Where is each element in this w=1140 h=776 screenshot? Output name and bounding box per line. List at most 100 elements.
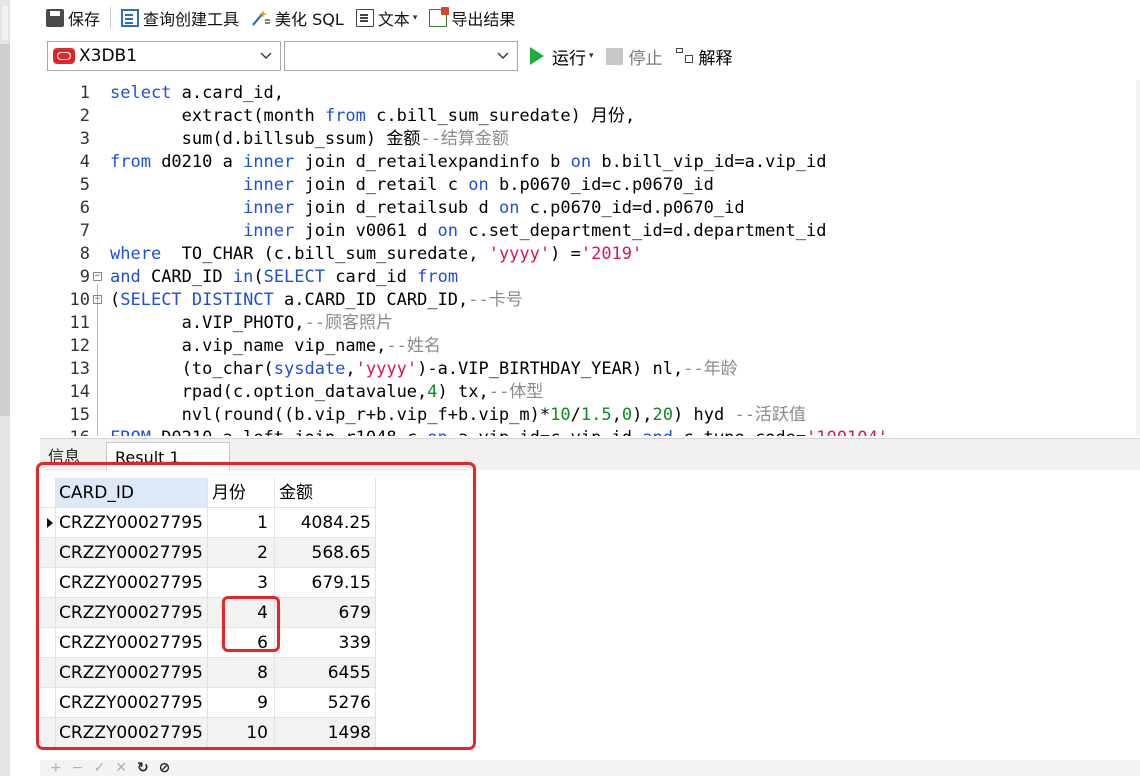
cell-amount[interactable]: 679: [275, 598, 376, 628]
cell-card-id[interactable]: CRZZY00027795: [56, 568, 208, 598]
row-indicator[interactable]: [40, 538, 56, 568]
chevron-down-icon: [260, 49, 272, 64]
row-indicator[interactable]: [40, 658, 56, 688]
table-row[interactable]: CRZZY00027795 2 568.65: [40, 538, 376, 568]
results-grid[interactable]: CARD_ID 月份 金额 CRZZY00027795 1 4084.25 CRZZY…: [40, 478, 376, 748]
left-panel-scrollbar[interactable]: [0, 0, 10, 776]
export-results-label: 导出结果: [451, 10, 516, 29]
cell-month[interactable]: 1: [208, 508, 275, 538]
cell-month[interactable]: 2: [208, 538, 275, 568]
code-line[interactable]: 1 select a.card_id,: [40, 82, 1136, 105]
row-indicator[interactable]: [40, 628, 56, 658]
table-row[interactable]: CRZZY00027795 10 1498: [40, 718, 376, 748]
run-label: 运行: [552, 48, 586, 69]
code-text: inner join d_retail c on b.p0670_id=c.p0…: [243, 175, 714, 195]
code-line[interactable]: 11 a.VIP_PHOTO,--顾客照片: [40, 312, 1136, 335]
line-number: 12: [69, 336, 90, 356]
database-select[interactable]: X3DB1: [47, 41, 281, 71]
cell-amount[interactable]: 339: [275, 628, 376, 658]
row-indicator[interactable]: [40, 508, 56, 538]
cell-card-id[interactable]: CRZZY00027795: [56, 538, 208, 568]
column-header-amount[interactable]: 金额: [275, 478, 376, 508]
table-row[interactable]: CRZZY00027795 6 339: [40, 628, 376, 658]
cell-month[interactable]: 9: [208, 688, 275, 718]
cell-amount[interactable]: 4084.25: [275, 508, 376, 538]
row-indicator[interactable]: [40, 718, 56, 748]
run-dropdown-icon[interactable]: ▾: [589, 51, 594, 61]
discard-icon[interactable]: ✕: [115, 760, 127, 776]
cell-card-id[interactable]: CRZZY00027795: [56, 598, 208, 628]
cell-month[interactable]: 10: [208, 718, 275, 748]
cell-card-id[interactable]: CRZZY00027795: [56, 628, 208, 658]
editor-scrollbar[interactable]: [1136, 80, 1140, 436]
cell-card-id[interactable]: CRZZY00027795: [56, 718, 208, 748]
apply-icon[interactable]: ✓: [93, 760, 105, 776]
cell-month[interactable]: 6: [208, 628, 275, 658]
beautify-sql-button[interactable]: 美化 SQL: [245, 3, 350, 33]
code-line[interactable]: 8 where TO_CHAR (c.bill_sum_suredate, 'yy…: [40, 243, 1136, 266]
line-number: 13: [69, 359, 90, 379]
code-line[interactable]: 3 sum(d.billsub_ssum) 金额--结算金额: [40, 128, 1136, 151]
explain-button[interactable]: 解释: [675, 44, 733, 69]
cell-amount[interactable]: 568.65: [275, 538, 376, 568]
code-line[interactable]: 13 (to_char(sysdate,'yyyy')-a.VIP_BIRTHD…: [40, 358, 1136, 381]
code-line[interactable]: 14 rpad(c.option_datavalue,4) tx,--体型: [40, 381, 1136, 404]
cell-month[interactable]: 4: [208, 598, 275, 628]
cell-amount[interactable]: 1498: [275, 718, 376, 748]
export-results-button[interactable]: 导出结果: [423, 3, 521, 33]
fold-toggle-icon[interactable]: −: [93, 295, 102, 304]
stop-refresh-icon[interactable]: ⊘: [159, 760, 171, 776]
cell-amount[interactable]: 6455: [275, 658, 376, 688]
cell-amount[interactable]: 679.15: [275, 568, 376, 598]
sql-editor[interactable]: 1 select a.card_id, 2 extract(month from c…: [40, 80, 1140, 436]
tab-info[interactable]: 信息: [40, 442, 106, 471]
table-row[interactable]: CRZZY00027795 1 4084.25: [40, 508, 376, 538]
query-builder-button[interactable]: 查询创建工具: [115, 3, 245, 33]
code-text: nvl(round((b.vip_r+b.vip_f+b.vip_m)*10/1…: [110, 405, 806, 425]
row-indicator[interactable]: [40, 598, 56, 628]
left-panel-scroll-thumb[interactable]: [0, 44, 10, 416]
table-row[interactable]: CRZZY00027795 9 5276: [40, 688, 376, 718]
code-line[interactable]: 16 FROM D0210 a left join r1048 c on a.vi…: [40, 427, 1136, 436]
code-line[interactable]: 6 inner join d_retailsub d on c.p0670_id…: [40, 197, 1136, 220]
line-number: 14: [69, 382, 90, 402]
code-line[interactable]: 12 a.vip_name vip_name,--姓名: [40, 335, 1136, 358]
cell-card-id[interactable]: CRZZY00027795: [56, 658, 208, 688]
table-row[interactable]: CRZZY00027795 8 6455: [40, 658, 376, 688]
schema-select[interactable]: [284, 41, 518, 71]
code-line[interactable]: 5 inner join d_retail c on b.p0670_id=c.…: [40, 174, 1136, 197]
add-row-icon[interactable]: +: [50, 760, 62, 776]
code-text: inner join d_retailsub d on c.p0670_id=d…: [243, 198, 745, 218]
cell-amount[interactable]: 5276: [275, 688, 376, 718]
code-line[interactable]: 15 nvl(round((b.vip_r+b.vip_f+b.vip_m)*1…: [40, 404, 1136, 427]
cell-card-id[interactable]: CRZZY00027795: [56, 508, 208, 538]
code-line[interactable]: 7 inner join v0061 d on c.set_department…: [40, 220, 1136, 243]
code-line[interactable]: 10− (SELECT DISTINCT a.CARD_ID CARD_ID,--…: [40, 289, 1136, 312]
code-text: rpad(c.option_datavalue,4) tx,--体型: [110, 382, 544, 402]
column-header-card-id[interactable]: CARD_ID: [56, 478, 208, 508]
play-icon: [530, 47, 544, 65]
cell-card-id[interactable]: CRZZY00027795: [56, 688, 208, 718]
code-line[interactable]: 9− and CARD_ID in(SELECT card_id from: [40, 266, 1136, 289]
cell-month[interactable]: 3: [208, 568, 275, 598]
line-number: 4: [79, 152, 90, 172]
save-button[interactable]: 保存: [40, 3, 106, 33]
row-indicator[interactable]: [40, 568, 56, 598]
tab-result-1[interactable]: Result 1: [106, 442, 230, 471]
code-text: a.VIP_PHOTO,--顾客照片: [110, 313, 393, 333]
refresh-icon[interactable]: ↻: [137, 760, 149, 776]
table-row[interactable]: CRZZY00027795 4 679: [40, 598, 376, 628]
text-button[interactable]: 文本 ▾: [350, 3, 424, 33]
code-line[interactable]: 2 extract(month from c.bill_sum_suredate…: [40, 105, 1136, 128]
cell-month[interactable]: 8: [208, 658, 275, 688]
run-button[interactable]: 运行 ▾: [530, 44, 594, 69]
fold-toggle-icon[interactable]: −: [93, 272, 102, 281]
stop-button[interactable]: 停止: [605, 44, 663, 69]
code-line[interactable]: 4 from d0210 a inner join d_retailexpandi…: [40, 151, 1136, 174]
row-indicator[interactable]: [40, 688, 56, 718]
query-builder-icon: [121, 9, 140, 27]
column-header-month[interactable]: 月份: [208, 478, 275, 508]
delete-row-icon[interactable]: −: [72, 760, 84, 776]
table-row[interactable]: CRZZY00027795 3 679.15: [40, 568, 376, 598]
text-dropdown-icon[interactable]: ▾: [413, 13, 418, 23]
